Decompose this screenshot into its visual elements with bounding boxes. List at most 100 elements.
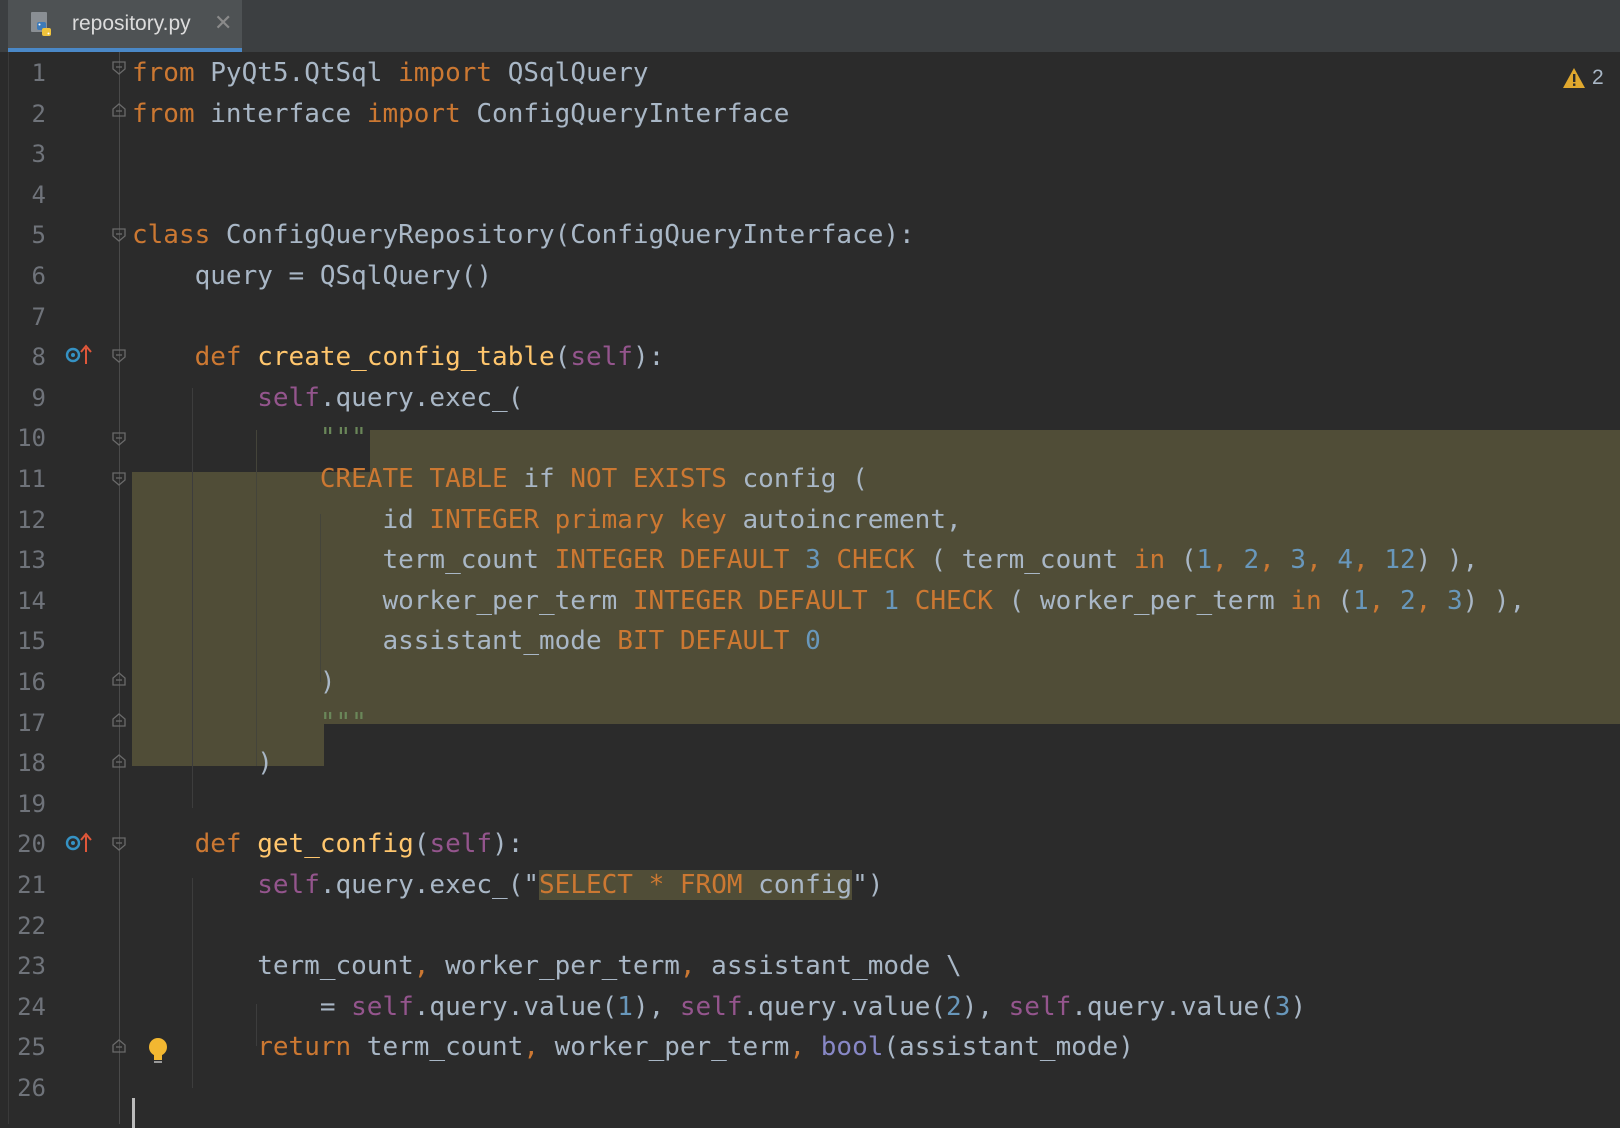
code-token: bool bbox=[820, 1032, 884, 1062]
code-text: """ bbox=[132, 702, 367, 744]
fold-end-icon[interactable] bbox=[112, 1039, 126, 1053]
code-line[interactable]: 19 bbox=[0, 783, 1620, 825]
code-line[interactable]: 15 assistant_mode BIT DEFAULT 0 bbox=[0, 620, 1620, 662]
inspection-widget[interactable]: 2 bbox=[1562, 64, 1604, 92]
code-line[interactable]: 8 def create_config_table(self): bbox=[0, 336, 1620, 378]
code-token: .query.exec_( bbox=[319, 383, 524, 413]
code-editor[interactable]: 1 from PyQt5.QtSql import QSqlQuery 2 from … bbox=[0, 52, 1620, 1128]
fold-end-icon[interactable] bbox=[112, 672, 126, 686]
code-line[interactable]: 13 term_count INTEGER DEFAULT 3 CHECK ( … bbox=[0, 539, 1620, 581]
line-number: 18 bbox=[17, 749, 46, 777]
code-token: self bbox=[257, 870, 320, 900]
code-token: self bbox=[351, 992, 414, 1022]
code-line[interactable]: 16 ) bbox=[0, 661, 1620, 703]
code-line[interactable]: 9 self.query.exec_( bbox=[0, 377, 1620, 419]
code-token: CHECK bbox=[836, 545, 915, 575]
code-line[interactable]: 1 from PyQt5.QtSql import QSqlQuery bbox=[0, 52, 1620, 94]
code-line[interactable]: 14 worker_per_term INTEGER DEFAULT 1 CHE… bbox=[0, 580, 1620, 622]
code-line[interactable]: 6 query = QSqlQuery() bbox=[0, 255, 1620, 297]
code-line[interactable]: 22 bbox=[0, 905, 1620, 947]
code-token: (assistant_mode) bbox=[883, 1032, 1134, 1062]
fold-icon[interactable] bbox=[112, 432, 126, 446]
code-text: assistant_mode BIT DEFAULT 0 bbox=[132, 620, 821, 662]
line-number: 10 bbox=[17, 424, 46, 452]
code-token: 0 bbox=[805, 626, 821, 656]
code-line[interactable]: 25 return term_count, worker_per_term, b… bbox=[0, 1026, 1620, 1068]
code-token: ): bbox=[492, 829, 524, 859]
code-token: self bbox=[679, 992, 743, 1022]
code-line[interactable]: 10 """ bbox=[0, 417, 1620, 459]
code-token: .query.exec_(" bbox=[319, 870, 540, 900]
line-number: 9 bbox=[31, 384, 46, 412]
code-text: = self.query.value(1), self.query.value(… bbox=[132, 986, 1306, 1028]
code-token: worker_per_term bbox=[132, 586, 633, 616]
line-number: 5 bbox=[31, 221, 46, 249]
fold-end-icon[interactable] bbox=[112, 754, 126, 768]
code-token: self bbox=[1008, 992, 1072, 1022]
code-line[interactable]: 21 self.query.exec_("SELECT * FROM confi… bbox=[0, 864, 1620, 906]
code-token: import bbox=[398, 58, 493, 88]
code-token: ): bbox=[632, 342, 665, 372]
python-file-icon bbox=[31, 12, 51, 36]
code-token: import bbox=[366, 99, 461, 129]
code-token: ) ), bbox=[1415, 545, 1479, 575]
code-line[interactable]: 3 bbox=[0, 133, 1620, 175]
code-token: PyQt5.QtSql bbox=[194, 58, 399, 88]
code-token: worker_per_term bbox=[429, 951, 680, 981]
fold-end-icon[interactable] bbox=[112, 103, 126, 117]
code-text: worker_per_term INTEGER DEFAULT 1 CHECK … bbox=[132, 580, 1525, 622]
code-token: ( term_count bbox=[914, 545, 1134, 575]
line-number: 19 bbox=[17, 790, 46, 818]
code-token: self bbox=[429, 829, 493, 859]
code-token: 1 bbox=[1196, 545, 1213, 575]
code-token: interface bbox=[194, 99, 367, 129]
overrides-method-icon[interactable] bbox=[64, 344, 94, 366]
code-line[interactable]: 24 = self.query.value(1), self.query.val… bbox=[0, 986, 1620, 1028]
code-line[interactable]: 4 bbox=[0, 174, 1620, 216]
intention-bulb-icon[interactable] bbox=[146, 1036, 170, 1066]
overrides-method-icon[interactable] bbox=[64, 832, 94, 854]
code-line[interactable]: 18 ) bbox=[0, 742, 1620, 784]
code-token: 4 bbox=[1337, 545, 1354, 575]
code-token: term_count bbox=[351, 1032, 524, 1062]
code-text: self.query.exec_("SELECT * FROM config") bbox=[132, 864, 883, 906]
line-number: 3 bbox=[31, 140, 46, 168]
code-line[interactable]: 5 class ConfigQueryRepository(ConfigQuery… bbox=[0, 214, 1620, 256]
code-line[interactable]: 23 term_count, worker_per_term, assistan… bbox=[0, 945, 1620, 987]
code-line[interactable]: 12 id INTEGER primary key autoincrement, bbox=[0, 499, 1620, 541]
fold-icon[interactable] bbox=[112, 349, 126, 363]
code-token: ) ), bbox=[1462, 586, 1526, 616]
code-token: ( bbox=[1321, 586, 1354, 616]
code-token: .query.value( bbox=[742, 992, 947, 1022]
code-token: CHECK bbox=[914, 586, 993, 616]
code-token: """ bbox=[319, 423, 367, 453]
fold-icon[interactable] bbox=[112, 472, 126, 486]
code-token: from bbox=[132, 58, 195, 88]
warning-count: 2 bbox=[1592, 66, 1604, 89]
code-text: ) bbox=[132, 661, 336, 703]
fold-icon[interactable] bbox=[112, 837, 126, 851]
fold-icon[interactable] bbox=[112, 61, 126, 75]
code-line[interactable]: 20 def get_config(self): bbox=[0, 823, 1620, 865]
code-line[interactable]: 7 bbox=[0, 296, 1620, 338]
code-token: , bbox=[1368, 586, 1400, 616]
fold-icon[interactable] bbox=[112, 228, 126, 242]
code-text: term_count INTEGER DEFAULT 3 CHECK ( ter… bbox=[132, 539, 1478, 581]
code-text: from interface import ConfigQueryInterfa… bbox=[132, 93, 789, 135]
close-icon[interactable]: ✕ bbox=[214, 12, 232, 34]
code-token: in bbox=[1133, 545, 1166, 575]
code-line[interactable]: 2 from interface import ConfigQueryInterf… bbox=[0, 93, 1620, 135]
code-line[interactable]: 11 CREATE TABLE if NOT EXISTS config ( bbox=[0, 458, 1620, 500]
code-line[interactable]: 17 """ bbox=[0, 702, 1620, 744]
file-tab[interactable]: repository.py ✕ bbox=[8, 0, 242, 52]
code-line[interactable]: 26 bbox=[0, 1067, 1620, 1109]
line-number: 8 bbox=[31, 343, 46, 371]
fold-end-icon[interactable] bbox=[112, 713, 126, 727]
